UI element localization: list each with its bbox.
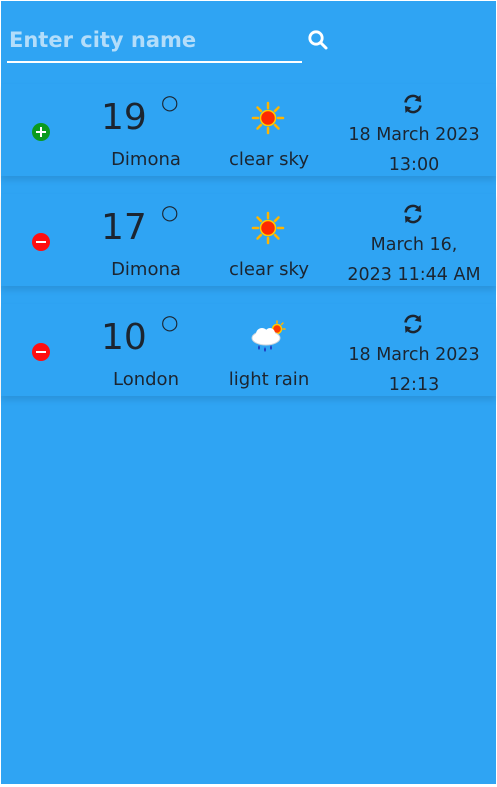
refresh-icon <box>404 314 422 334</box>
time-line: 12:13 <box>388 375 440 395</box>
date-line: 18 March 2023 <box>348 345 480 365</box>
search-icon <box>308 30 328 50</box>
temperature: 10 ○ <box>101 310 179 358</box>
remove-city-button[interactable] <box>32 343 50 361</box>
city-search-input[interactable] <box>7 19 302 63</box>
time-line: 13:00 <box>388 155 440 175</box>
degree-symbol: ○ <box>161 310 179 334</box>
city-name: Dimona <box>111 259 181 280</box>
weather-description: clear sky <box>229 149 309 170</box>
search-button[interactable] <box>304 26 332 54</box>
degree-symbol: ○ <box>161 90 179 114</box>
search-bar <box>1 1 496 71</box>
sunny-icon <box>251 101 285 135</box>
weather-card: 17 ○ Dimona clear sky March 16, 2023 11:4… <box>1 194 496 286</box>
last-updated: 18 March 2023 13:00 <box>339 120 489 180</box>
add-city-button[interactable] <box>32 123 50 141</box>
refresh-button[interactable] <box>401 312 425 336</box>
city-name: Dimona <box>111 149 181 170</box>
weather-description: clear sky <box>229 259 309 280</box>
sunny-icon <box>251 211 285 245</box>
time-line: 2023 11:44 AM <box>347 265 481 285</box>
last-updated: 18 March 2023 12:13 <box>339 340 489 400</box>
temperature: 19 ○ <box>101 90 179 138</box>
temperature: 17 ○ <box>101 200 179 248</box>
city-name: London <box>113 369 179 390</box>
refresh-button[interactable] <box>401 92 425 116</box>
refresh-button[interactable] <box>401 202 425 226</box>
refresh-icon <box>404 204 422 224</box>
weather-card: 10 ○ London light rain 18 March 2023 12:… <box>1 304 496 396</box>
remove-city-button[interactable] <box>32 233 50 251</box>
degree-symbol: ○ <box>161 200 179 224</box>
last-updated: March 16, 2023 11:44 AM <box>339 230 489 290</box>
date-line: March 16, <box>370 235 458 255</box>
rain-cloud-icon <box>251 320 286 352</box>
weather-card: 19 ○ Dimona clear sky 18 March 2023 13:00 <box>1 84 496 176</box>
weather-app: 19○ Dimona clear sky 18 March 2023 13:00 <box>1 1 496 784</box>
date-line: 18 March 2023 <box>348 125 480 145</box>
weather-description: light rain <box>228 369 310 390</box>
refresh-icon <box>404 94 422 114</box>
